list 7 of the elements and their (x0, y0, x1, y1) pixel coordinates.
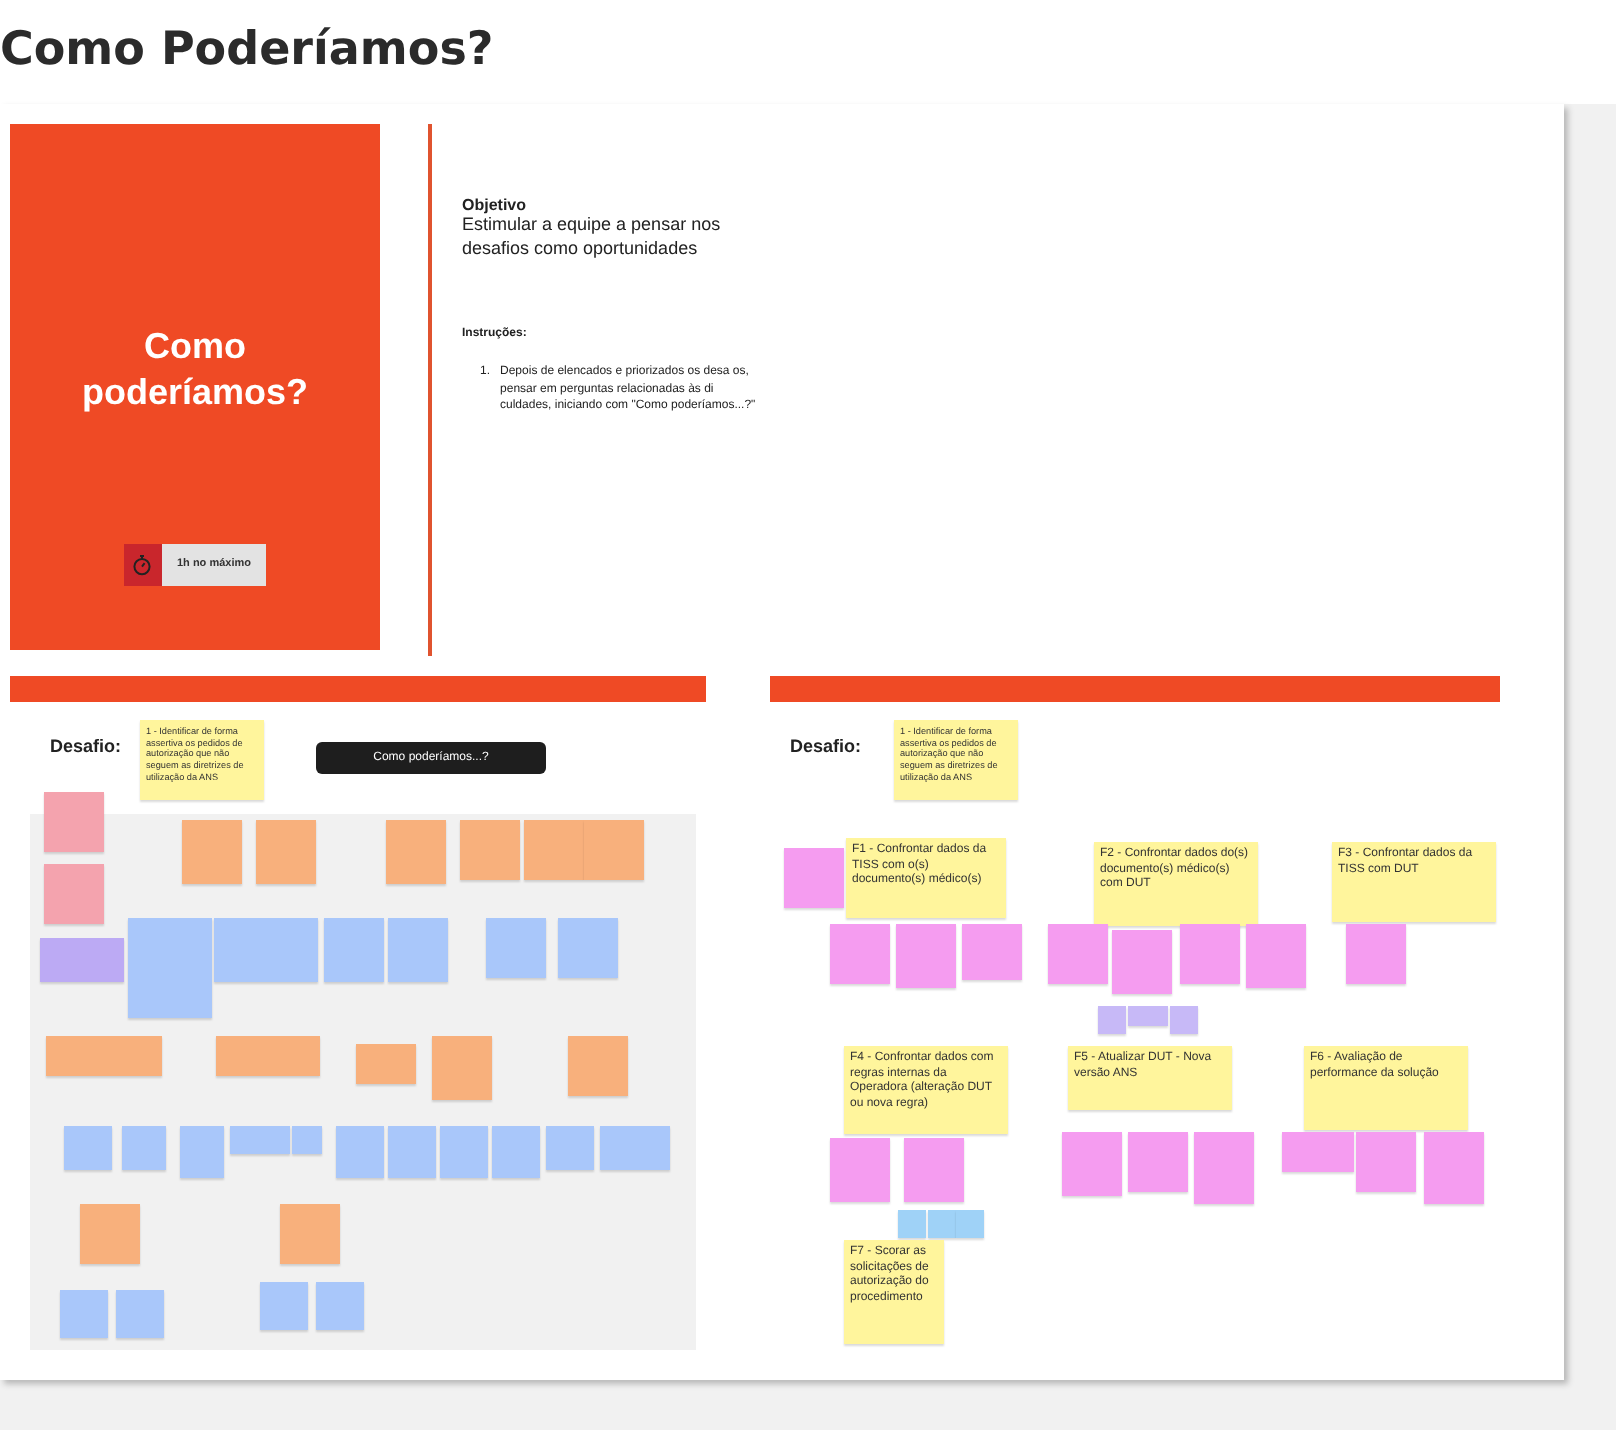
page-title: Como Poderíamos? (0, 24, 494, 76)
stopwatch-icon (132, 553, 152, 576)
challenge-label: Desafio: (50, 736, 122, 756)
card-title: Como poderíamos? (79, 324, 311, 417)
objective-text: Estimular a equipe a pensar nos desafios como oportunidades (462, 214, 723, 261)
challenge-label: Desafio: (790, 736, 862, 756)
objective-heading: Objetivo (462, 196, 529, 214)
